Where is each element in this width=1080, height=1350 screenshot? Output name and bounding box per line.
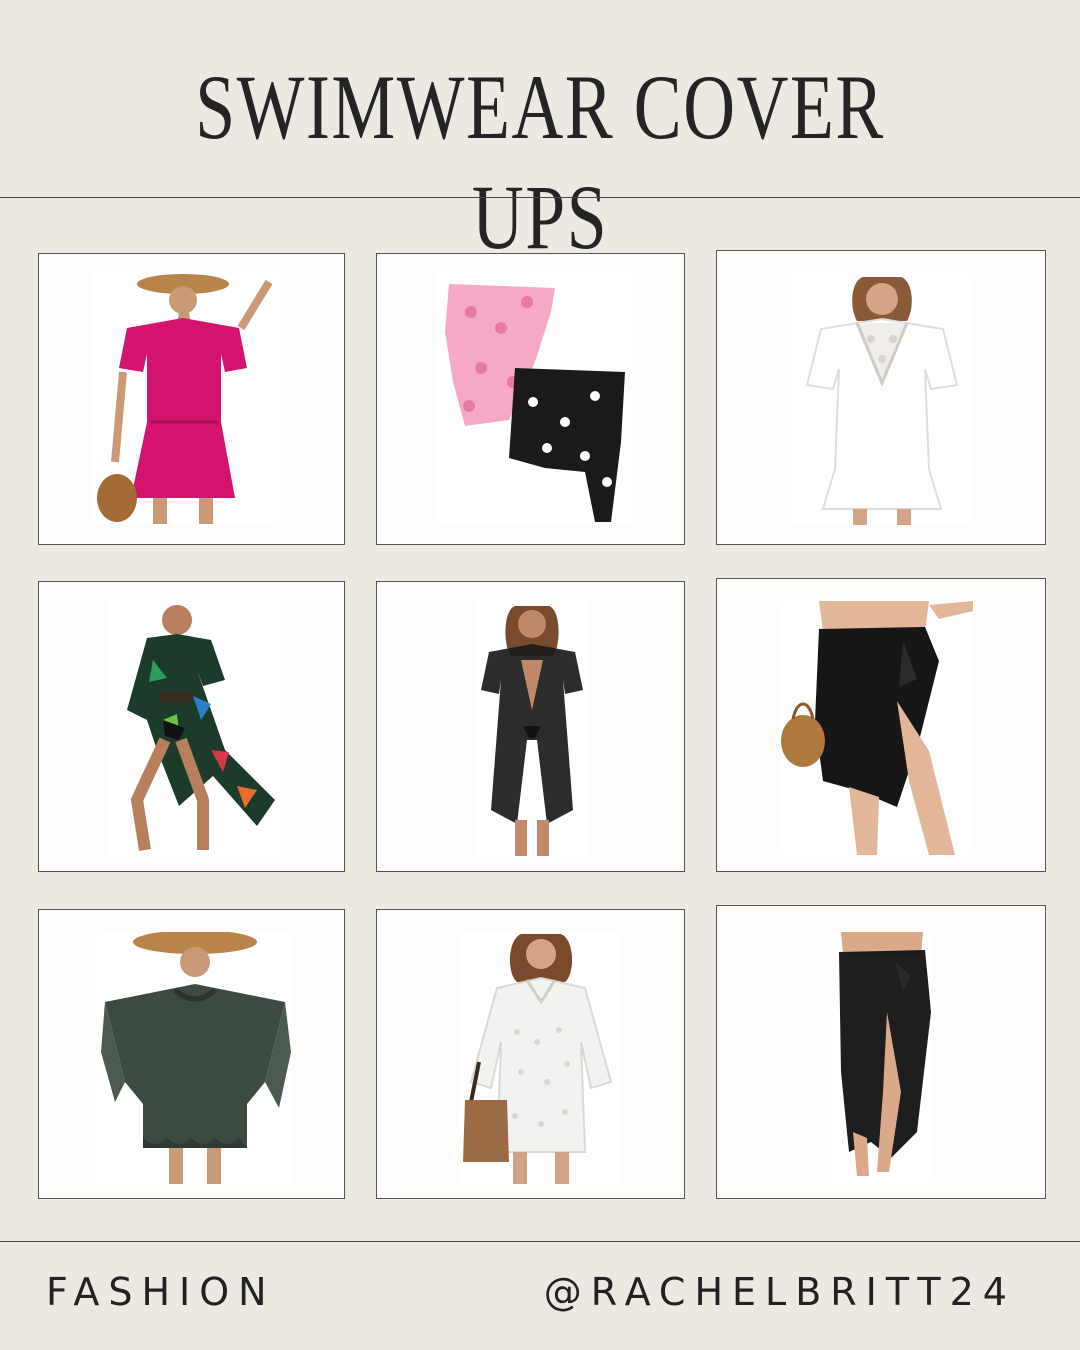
tropical-kimono-icon	[127, 605, 275, 851]
product-card-pink-dress[interactable]	[38, 253, 345, 545]
white-crochet-tunic-icon	[805, 277, 959, 525]
white-shirt-dress-icon	[463, 934, 613, 1184]
footer-category: FASHION	[46, 1270, 276, 1314]
header-divider	[0, 197, 1080, 198]
footer-divider	[0, 1241, 1080, 1242]
product-card-black-kimono[interactable]	[376, 581, 685, 872]
pink-tshirt-dress-icon	[97, 274, 273, 524]
product-card-black-short-sarong[interactable]	[716, 578, 1046, 872]
dark-green-ruffle-caftan-icon	[101, 932, 291, 1184]
footer-handle[interactable]: @RACHELBRITT24	[544, 1270, 1016, 1314]
product-card-black-long-sarong[interactable]	[716, 905, 1046, 1199]
product-card-tropical-kimono[interactable]	[38, 581, 345, 872]
black-sheer-kimono-icon	[481, 606, 583, 856]
sarong-wraps-pink-black-icon	[445, 284, 625, 522]
product-card-white-shirt-dress[interactable]	[376, 909, 685, 1199]
black-long-sarong-icon	[839, 932, 931, 1176]
page-title: SWIMWEAR COVER UPS	[195, 56, 885, 268]
product-card-green-caftan[interactable]	[38, 909, 345, 1199]
product-card-sarong-set[interactable]	[376, 253, 685, 545]
black-short-sarong-icon	[781, 601, 973, 855]
product-card-white-tunic[interactable]	[716, 250, 1046, 545]
